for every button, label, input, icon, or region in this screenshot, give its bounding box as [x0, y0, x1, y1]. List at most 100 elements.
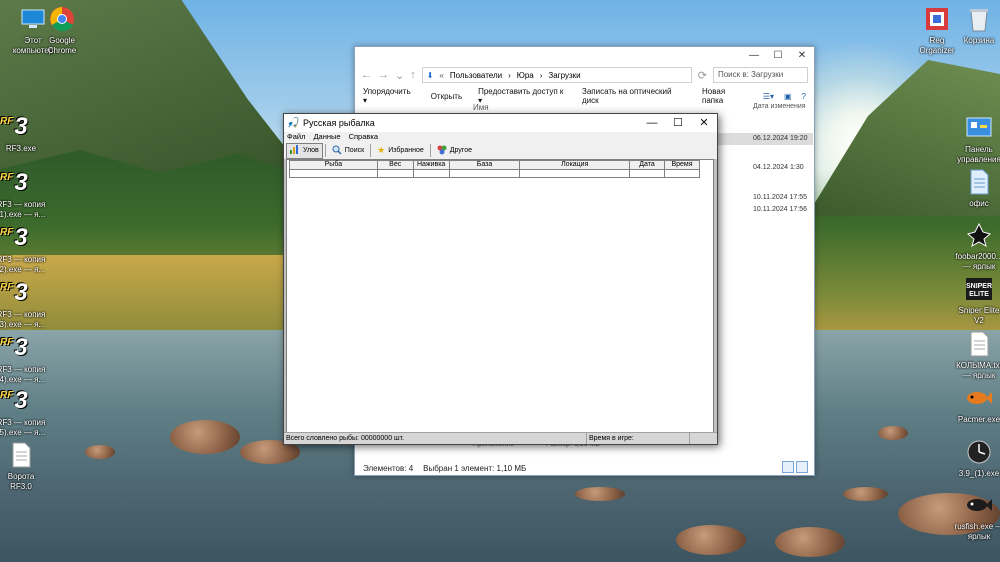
search-input[interactable]: Поиск в: Загрузки — [712, 67, 808, 83]
desktop-icon-rf3-copy-1[interactable]: RF3 RF3 — копия (1).exe — я... — [0, 168, 54, 220]
desktop-icon-rf3-copy-3[interactable]: RF3 RF3 — копия (3).exe — я... — [0, 278, 54, 330]
status-item-count: Элементов: 4 — [363, 464, 414, 473]
tab-other-label: Другое — [449, 147, 472, 154]
file-row-date[interactable]: 04.12.2024 1:30 — [753, 162, 849, 174]
desktop-icon-rf3-copy-4[interactable]: RF3 RF3 — копия (4).exe — я... — [0, 333, 54, 385]
breadcrumb-item[interactable]: Загрузки — [548, 71, 580, 80]
table-row[interactable] — [289, 169, 700, 178]
minimize-icon[interactable]: — — [742, 47, 766, 65]
file-row-date[interactable]: 10.11.2024 17:56 — [753, 204, 849, 216]
desktop-icon-clock-exe[interactable]: 3.9_(1).exe — [946, 437, 1000, 479]
explorer-command-bar: Упорядочить ▾ Открыть Предоставить досту… — [355, 85, 814, 107]
explorer-address-row: ← → ⌄ ↑ ⬇ « Пользователи › Юра › Загрузк… — [355, 65, 814, 85]
column-bait[interactable]: Наживка — [412, 160, 450, 170]
organize-button[interactable]: Упорядочить ▾ — [363, 87, 415, 105]
desktop-icon-label: КОЛЫМА.txt — ярлык — [956, 361, 1000, 380]
back-arrow-icon[interactable]: ← — [361, 69, 372, 81]
column-time[interactable]: Время — [664, 160, 700, 170]
menu-file[interactable]: Файл — [287, 132, 305, 142]
desktop-icon-label: 3.9_(1).exe — [958, 469, 1000, 478]
up-arrow-icon[interactable]: ↑ — [410, 69, 416, 81]
toolbar-separator — [370, 144, 372, 157]
minimize-icon[interactable]: — — [639, 114, 665, 132]
catch-table: Рыба Вес Наживка База Локация Дата Время — [289, 160, 700, 178]
window-title: Русская рыбалка — [303, 118, 375, 128]
desktop-icon-rf3[interactable]: RF 3 RF3.exe — [0, 112, 54, 154]
wallpaper-rock — [843, 487, 888, 501]
column-header-date[interactable]: Дата изменения — [753, 103, 806, 110]
desktop-icon-chrome[interactable]: Google Chrome — [29, 4, 95, 56]
burn-disc-button[interactable]: Записать на оптический диск — [582, 87, 686, 105]
chrome-icon — [47, 4, 77, 34]
column-header-name[interactable]: Имя — [473, 103, 489, 112]
open-button[interactable]: Открыть — [431, 92, 462, 101]
desktop-icon-office[interactable]: офис — [946, 167, 1000, 209]
breadcrumb-separator-icon: › — [539, 70, 543, 80]
address-bar[interactable]: ⬇ « Пользователи › Юра › Загрузки — [421, 67, 692, 83]
status-selection: Выбран 1 элемент: 1,10 МБ — [423, 464, 527, 473]
column-weight[interactable]: Вес — [376, 160, 414, 170]
close-icon[interactable]: ✕ — [691, 114, 717, 132]
forward-arrow-icon[interactable]: → — [378, 69, 389, 81]
breadcrumb-overflow-icon: « — [439, 70, 444, 80]
desktop-icon-foobar[interactable]: foobar2000... — ярлык — [946, 220, 1000, 272]
rf-window[interactable]: 🎣 Русская рыбалка — ☐ ✕ Файл Данные Спра… — [283, 113, 718, 445]
desktop-icon-control-panel[interactable]: Панель управления — [946, 113, 1000, 165]
help-icon[interactable]: ? — [802, 92, 806, 101]
rf-titlebar[interactable]: 🎣 Русская рыбалка — ☐ ✕ — [284, 114, 717, 132]
column-location[interactable]: Локация — [519, 160, 631, 170]
desktop-icon-sniper-elite[interactable]: SNIPER ELITE Sniper Elite V2 — [946, 274, 1000, 326]
column-fish[interactable]: Рыба — [289, 160, 378, 170]
preview-pane-icon[interactable]: ▣ — [784, 92, 792, 101]
star-icon: ★ — [377, 145, 386, 155]
maximize-icon[interactable]: ☐ — [766, 47, 790, 65]
downloads-folder-icon: ⬇ — [426, 70, 434, 80]
desktop-icon-kolyma-txt[interactable]: КОЛЫМА.txt — ярлык — [946, 329, 1000, 381]
foobar-icon — [964, 220, 994, 250]
tab-search-label: Поиск — [344, 147, 365, 154]
tab-search[interactable]: Поиск — [328, 143, 368, 159]
details-view-icon[interactable] — [782, 461, 794, 473]
control-panel-icon — [964, 113, 994, 143]
document-icon — [964, 167, 994, 197]
desktop-icon-label: RF3 — копия (2).exe — я... — [0, 255, 46, 274]
toolbar-separator — [324, 144, 326, 157]
tab-catch-label: Улов — [303, 147, 319, 154]
column-base[interactable]: База — [448, 160, 521, 170]
desktop-icon-label: Корзина — [963, 36, 995, 45]
svg-text:ELITE: ELITE — [969, 291, 989, 298]
breadcrumb-item[interactable]: Пользователи — [450, 71, 502, 80]
desktop-icon-rf3-copy-5[interactable]: RF3 RF3 — копия (5).exe — я... — [0, 386, 54, 438]
menu-help[interactable]: Справка — [349, 132, 378, 142]
wallpaper-rock — [676, 525, 746, 555]
column-date[interactable]: Дата — [629, 160, 665, 170]
close-icon[interactable]: ✕ — [790, 47, 814, 65]
tab-other[interactable]: Другое — [433, 143, 476, 159]
table-cell — [376, 169, 414, 178]
file-row-date[interactable]: 10.11.2024 17:55 — [753, 192, 849, 204]
share-button[interactable]: Предоставить доступ к ▾ — [478, 87, 566, 105]
chevron-down-icon[interactable]: ⌄ — [395, 69, 404, 82]
fishing-app-icon: 🎣 — [287, 117, 300, 129]
refresh-icon[interactable]: ⟳ — [698, 69, 707, 82]
desktop-icon-pacmer[interactable]: Pacmer.exe — [946, 383, 1000, 425]
desktop-icon-label: RF3 — копия (3).exe — я... — [0, 310, 46, 329]
desktop-icon-recycle-bin[interactable]: Корзина — [946, 4, 1000, 46]
desktop-icon-document[interactable]: Ворота RF3.0 — [0, 440, 54, 492]
desktop-icon-rf3-copy-2[interactable]: RF3 RF3 — копия (2).exe — я... — [0, 223, 54, 275]
maximize-icon[interactable]: ☐ — [665, 114, 691, 132]
sniper-elite-icon: SNIPER ELITE — [964, 274, 994, 304]
desktop-icon-rusfish[interactable]: rusfish.exe — ярлык — [946, 490, 1000, 542]
tab-favorites[interactable]: ★ Избранное — [373, 143, 428, 159]
menu-data[interactable]: Данные — [313, 132, 340, 142]
breadcrumb-item[interactable]: Юра — [517, 71, 534, 80]
tiles-view-icon[interactable] — [796, 461, 808, 473]
desktop-icon-label: rusfish.exe — ярлык — [954, 522, 1000, 541]
toolbar-separator — [429, 144, 431, 157]
view-options-icon[interactable]: ☰▾ — [763, 92, 774, 101]
new-folder-button[interactable]: Новая папка — [702, 87, 747, 105]
other-icon — [437, 145, 447, 157]
tab-catch[interactable]: Улов — [286, 142, 323, 159]
document-icon — [6, 440, 36, 470]
explorer-titlebar[interactable]: — ☐ ✕ — [355, 47, 814, 65]
